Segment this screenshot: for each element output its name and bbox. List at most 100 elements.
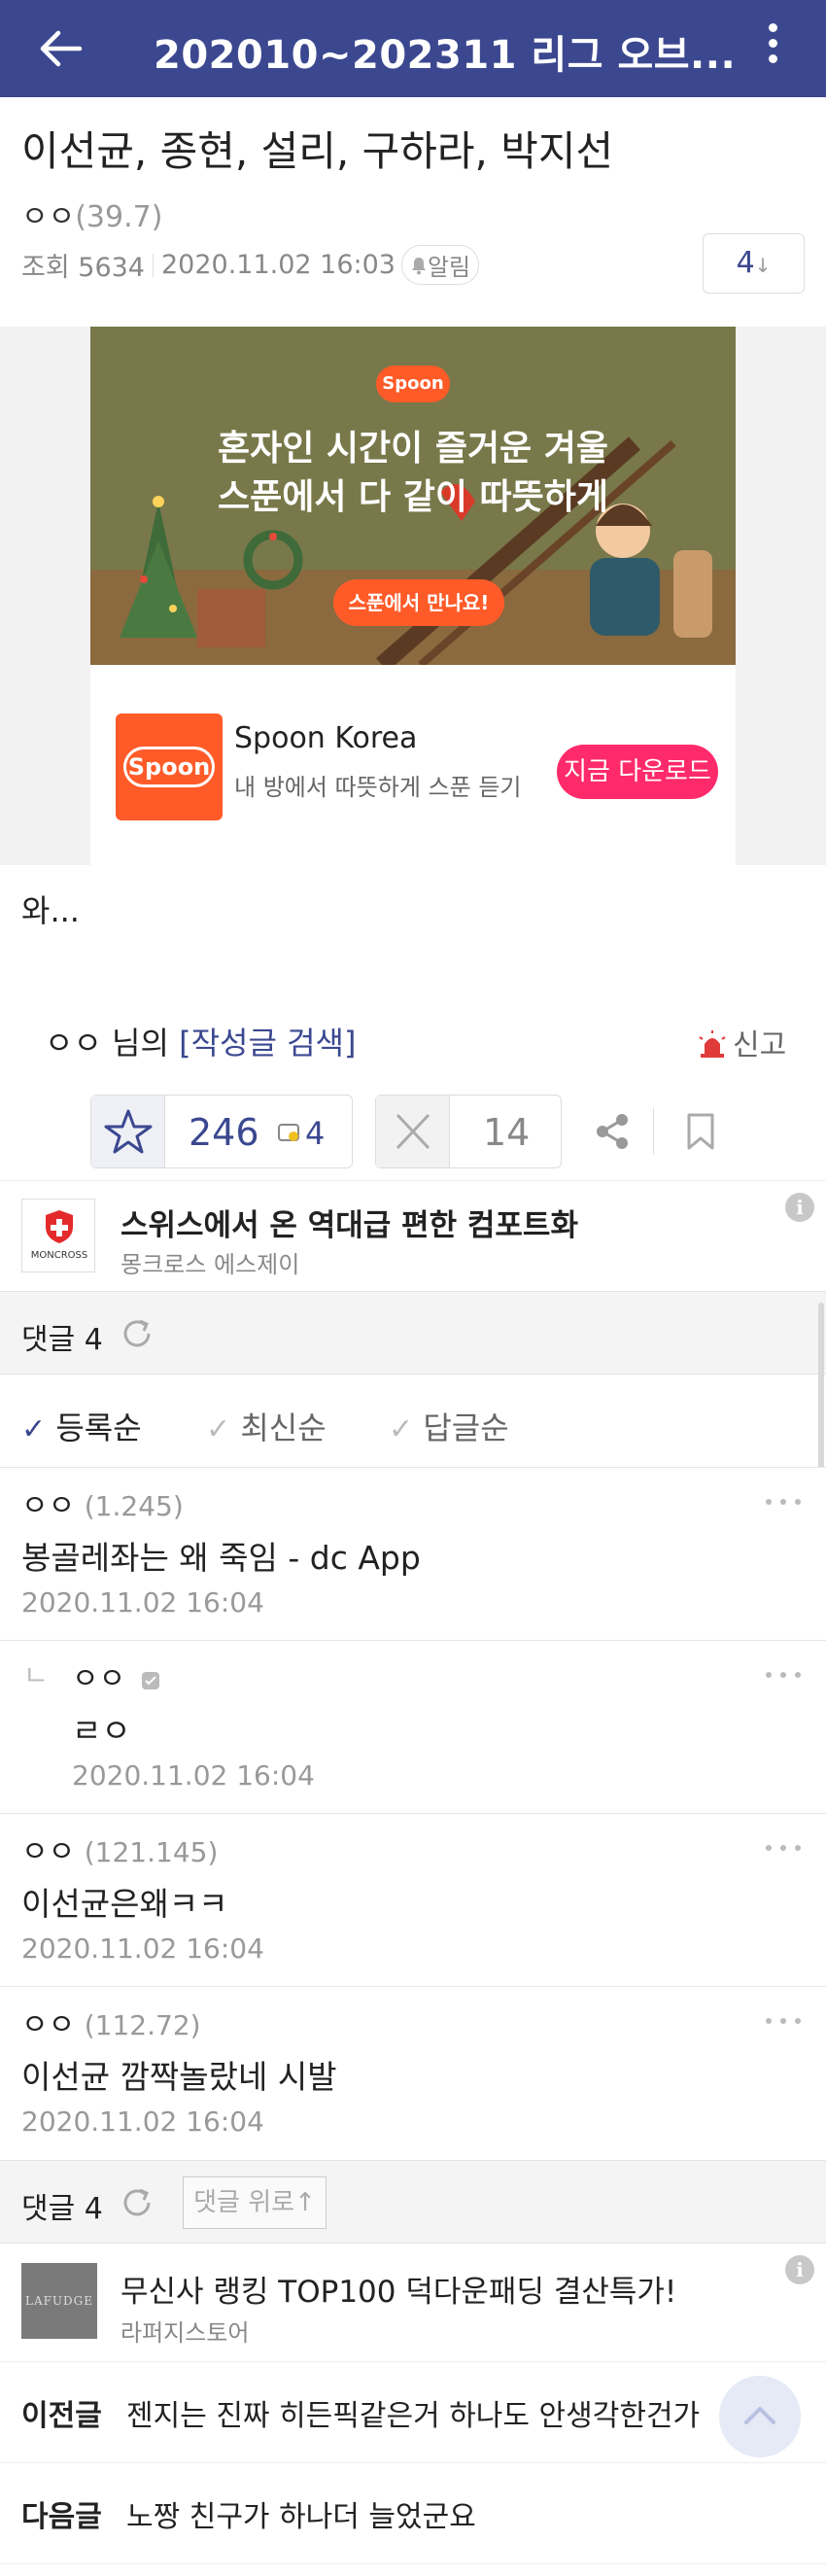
sort-replies[interactable]: ✓ 답글순	[389, 1404, 509, 1448]
check-icon: ✓	[206, 1412, 231, 1446]
comments-footer-bar: 댓글 4 댓글 위로↑	[0, 2160, 826, 2244]
comment-text: ㄹㅇ	[72, 1712, 131, 1750]
comment-date: 2020.11.02 16:04	[72, 1759, 315, 1792]
promo-sub: 라퍼지스토어	[120, 2319, 250, 2347]
upvote-group[interactable]: 246 4	[90, 1095, 353, 1168]
prev-label: 이전글	[21, 2399, 102, 2433]
promo-title: 스위스에서 온 역대급 편한 컴포트화	[120, 1208, 578, 1243]
check-icon: ✓	[389, 1412, 414, 1446]
report-label: 신고	[733, 1028, 787, 1062]
comment-text: 이선균은왜ㅋㅋ	[21, 1885, 228, 1923]
post-meta: 조회 5634 2020.11.02 16:03 알림	[21, 245, 480, 285]
top-app-bar: 202010~202311 리그 오브...	[0, 0, 826, 97]
chevron-up-icon	[744, 2407, 775, 2424]
promo-banner-lafudge[interactable]: LAFUDGE 무신사 랭킹 TOP100 덕다운패딩 결산특가! 라퍼지스토어…	[0, 2244, 826, 2362]
ad-headline-1: 혼자인 시간이 즐거운 겨울	[218, 429, 608, 469]
comment-item: ㅇㅇ (121.145) 이선균은왜ㅋㅋ 2020.11.02 16:04	[0, 1814, 826, 1987]
prev-post-row[interactable]: 이전글 젠지는 진짜 히든픽같은거 하나도 안생각한건가	[0, 2362, 826, 2463]
reply-arrow-icon: ㄴ	[23, 1659, 49, 1691]
comment-count: 4	[736, 246, 755, 280]
prev-post-title[interactable]: 젠지는 진짜 히든픽같은거 하나도 안생각한건가	[126, 2391, 700, 2434]
reply-item: ㄴ ㅇㅇ ㄹㅇ 2020.11.02 16:04	[0, 1641, 826, 1814]
post-author[interactable]: ㅇㅇ(39.7)	[21, 192, 162, 235]
info-icon[interactable]: i	[785, 1193, 814, 1222]
next-post-title[interactable]: 노짱 친구가 하나더 늘었군요	[126, 2492, 476, 2535]
ad-app-card[interactable]: Spoon Spoon Korea 내 방에서 따뜻하게 스푼 듣기 지금 다운…	[90, 665, 736, 865]
scroll-to-comments-button[interactable]: 댓글 위로↑	[183, 2176, 327, 2229]
comment-date: 2020.11.02 16:04	[21, 2106, 264, 2138]
ad-app-desc: 내 방에서 따뜻하게 스푼 듣기	[234, 774, 522, 801]
downvote-count: 14	[483, 1111, 531, 1154]
promo-sub: 몽크로스 에스제이	[120, 1251, 300, 1278]
spoon-brand-pill: Spoon	[376, 366, 450, 402]
comment-author[interactable]: ㅇㅇ (112.72)	[21, 2001, 201, 2043]
star-icon	[104, 1109, 153, 1154]
alarm-label: 알림	[427, 254, 471, 281]
bookmark-icon[interactable]	[686, 1112, 715, 1151]
next-post-row[interactable]: 다음글 노짱 친구가 하나더 늘었군요	[0, 2463, 826, 2564]
ad-cta-button[interactable]: 스푼에서 만나요!	[333, 579, 504, 626]
comments-count-label: 댓글 4	[21, 2192, 103, 2226]
downvote-group[interactable]: 14	[375, 1095, 562, 1168]
comment-item: ㅇㅇ (112.72) 이선균 깜짝놀랐네 시발 2020.11.02 16:0…	[0, 1987, 826, 2160]
more-horizontal-icon[interactable]	[766, 1499, 801, 1507]
lafudge-logo: LAFUDGE	[21, 2263, 97, 2339]
check-icon: ✓	[21, 1412, 47, 1446]
more-horizontal-icon[interactable]	[766, 1845, 801, 1853]
ad-app-name: Spoon Korea	[234, 721, 418, 755]
divider	[653, 1108, 654, 1155]
author-search-link[interactable]: [작성글 검색]	[179, 1025, 356, 1062]
bell-icon	[411, 257, 426, 274]
refresh-icon[interactable]	[119, 1315, 155, 1352]
gallery-vote-count: 4	[305, 1115, 326, 1152]
ad-banner-image[interactable]: Spoon 혼자인 시간이 즐거운 겨울 스푼에서 다 같이 따뜻하게 스푼에서…	[90, 327, 736, 665]
sort-registered[interactable]: ✓ 등록순	[21, 1404, 142, 1448]
refresh-icon[interactable]	[119, 2184, 155, 2221]
comment-author[interactable]: ㅇㅇ	[72, 1654, 160, 1697]
author-ip: (39.7)	[75, 200, 163, 234]
share-icon[interactable]	[593, 1112, 632, 1151]
comments-count-label: 댓글 4	[21, 1323, 103, 1357]
report-button[interactable]: 신고	[698, 1021, 786, 1063]
downvote-button[interactable]	[376, 1096, 450, 1167]
sort-latest[interactable]: ✓ 최신순	[206, 1404, 327, 1448]
comment-sort-bar: ✓ 등록순 ✓ 최신순 ✓ 답글순	[0, 1375, 826, 1468]
author-search-prefix: ㅇㅇ 님의	[45, 1025, 180, 1062]
promo-title: 무신사 랭킹 TOP100 덕다운패딩 결산특가!	[120, 2275, 677, 2310]
info-icon[interactable]: i	[785, 2255, 814, 2284]
post-body: 와...	[21, 892, 80, 929]
view-count: 조회 5634	[21, 253, 145, 283]
alarm-button[interactable]: 알림	[400, 245, 480, 285]
back-arrow-icon[interactable]	[37, 29, 84, 68]
gallery-title: 202010~202311 리그 오브...	[154, 33, 737, 78]
comments-header: 댓글 4	[0, 1291, 826, 1375]
siren-icon	[699, 1030, 726, 1058]
upvote-button[interactable]	[91, 1096, 165, 1167]
scroll-top-button[interactable]	[719, 2376, 801, 2457]
ad-download-button[interactable]: 지금 다운로드	[557, 745, 718, 799]
comment-date: 2020.11.02 16:04	[21, 1932, 264, 1965]
fixed-nick-icon	[141, 1672, 159, 1689]
author-search-row: ㅇㅇ 님의 [작성글 검색]	[45, 1019, 356, 1063]
spoon-logo: Spoon	[116, 714, 223, 820]
comment-item: ㅇㅇ (1.245) 봉골레좌는 왜 죽임 - dc App 2020.11.0…	[0, 1468, 826, 1641]
author-name[interactable]: ㅇㅇ	[21, 200, 75, 234]
upvote-count: 246	[189, 1111, 259, 1154]
more-horizontal-icon[interactable]	[766, 1672, 801, 1680]
comment-text: 봉골레좌는 왜 죽임 - dc App	[21, 1539, 421, 1577]
x-icon	[396, 1113, 430, 1150]
more-horizontal-icon[interactable]	[766, 2018, 801, 2026]
comment-jump-button[interactable]: 4↓	[703, 233, 805, 294]
ad-headline-2: 스푼에서 다 같이 따뜻하게	[218, 477, 608, 517]
moncross-logo: MONCROSS	[21, 1199, 95, 1272]
more-vertical-icon[interactable]	[758, 23, 787, 74]
post-date: 2020.11.02 16:03	[160, 250, 396, 280]
comment-author[interactable]: ㅇㅇ (1.245)	[21, 1481, 184, 1524]
comment-date: 2020.11.02 16:04	[21, 1586, 264, 1619]
next-label: 다음글	[21, 2500, 102, 2534]
gallery-vote-icon	[278, 1124, 299, 1141]
comment-text: 이선균 깜짝놀랐네 시발	[21, 2058, 337, 2096]
comment-author[interactable]: ㅇㅇ (121.145)	[21, 1828, 218, 1870]
promo-banner-moncross[interactable]: MONCROSS 스위스에서 온 역대급 편한 컴포트화 몽크로스 에스제이 i	[0, 1180, 826, 1291]
post-title: 이선균, 종현, 설리, 구하라, 박지선	[21, 127, 614, 175]
